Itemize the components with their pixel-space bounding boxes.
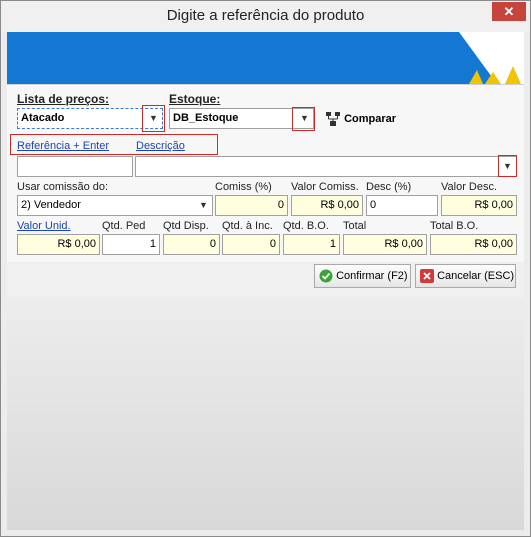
commission-value: 2) Vendedor [21,199,81,211]
description-arrow-highlight [498,155,517,177]
total-label: Total [343,220,367,232]
valor-comiss-label: Valor Comiss. [291,181,359,193]
total-field[interactable]: R$ 0,00 [343,234,427,255]
price-list-arrow-highlight [142,105,165,132]
compare-icon [326,112,340,126]
description-select[interactable]: ▼ [135,156,517,177]
button-bar: Confirmar (F2) Cancelar (ESC) [7,263,524,297]
compare-label: Comparar [344,113,397,125]
chevron-down-icon[interactable]: ▼ [196,197,211,214]
confirm-button[interactable]: Confirmar (F2) [314,264,411,288]
valor-desc-label: Valor Desc. [441,181,498,193]
total-bo-label: Total B.O. [430,220,479,232]
qtd-disp-label: Qtd Disp. [163,220,209,232]
commission-label: Usar comissão do: [17,181,109,193]
qtd-inc-field[interactable]: 0 [222,234,280,255]
qtd-ped-field[interactable]: 1 [102,234,160,255]
stock-value: DB_Estoque [173,112,239,124]
qtd-bo-label: Qtd. B.O. [283,220,329,232]
qtd-disp-field[interactable]: 0 [163,234,220,255]
total-bo-field[interactable]: R$ 0,00 [430,234,517,255]
valor-comiss-field[interactable]: R$ 0,00 [291,195,363,216]
desc-pct-field[interactable]: 0 [366,195,438,216]
qtd-inc-label: Qtd. à Inc. [222,220,273,232]
title-bar: Digite a referência do produto ✕ [1,1,530,32]
qtd-ped-label: Qtd. Ped [102,220,146,232]
qtd-bo-field[interactable]: 1 [283,234,340,255]
check-icon [319,269,333,283]
banner-graphic [459,32,524,84]
confirm-label: Confirmar (F2) [336,270,408,283]
cancel-button[interactable]: Cancelar (ESC) [415,264,516,288]
valor-desc-field[interactable]: R$ 0,00 [441,195,517,216]
price-list-label: Lista de preços: [17,92,110,106]
stock-arrow-highlight [292,107,315,131]
desc-pct-label: Desc (%) [366,181,412,193]
close-button[interactable]: ✕ [492,2,526,21]
close-icon [420,269,434,284]
stock-label: Estoque: [169,92,221,106]
reference-input[interactable] [17,156,133,177]
comiss-pct-field[interactable]: 0 [215,195,288,216]
form-panel: Lista de preços: Atacado ▼ Estoque: DB_E… [7,84,524,262]
commission-select[interactable]: 2) Vendedor ▼ [17,195,213,216]
valor-unid-link[interactable]: Valor Unid. [17,220,71,232]
comiss-pct-label: Comiss (%) [215,181,272,193]
price-list-value: Atacado [21,112,65,124]
compare-button[interactable]: Comparar [325,111,396,129]
cancel-label: Cancelar (ESC) [437,270,515,283]
dialog-window: Digite a referência do produto ✕ Lista d… [0,0,531,537]
empty-area [7,297,524,530]
header-banner [7,32,524,84]
valor-unid-field[interactable]: R$ 0,00 [17,234,100,255]
description-link[interactable]: Descrição [136,140,185,152]
window-title: Digite a referência do produto [166,7,365,24]
reference-link[interactable]: Referência + Enter [17,140,109,152]
